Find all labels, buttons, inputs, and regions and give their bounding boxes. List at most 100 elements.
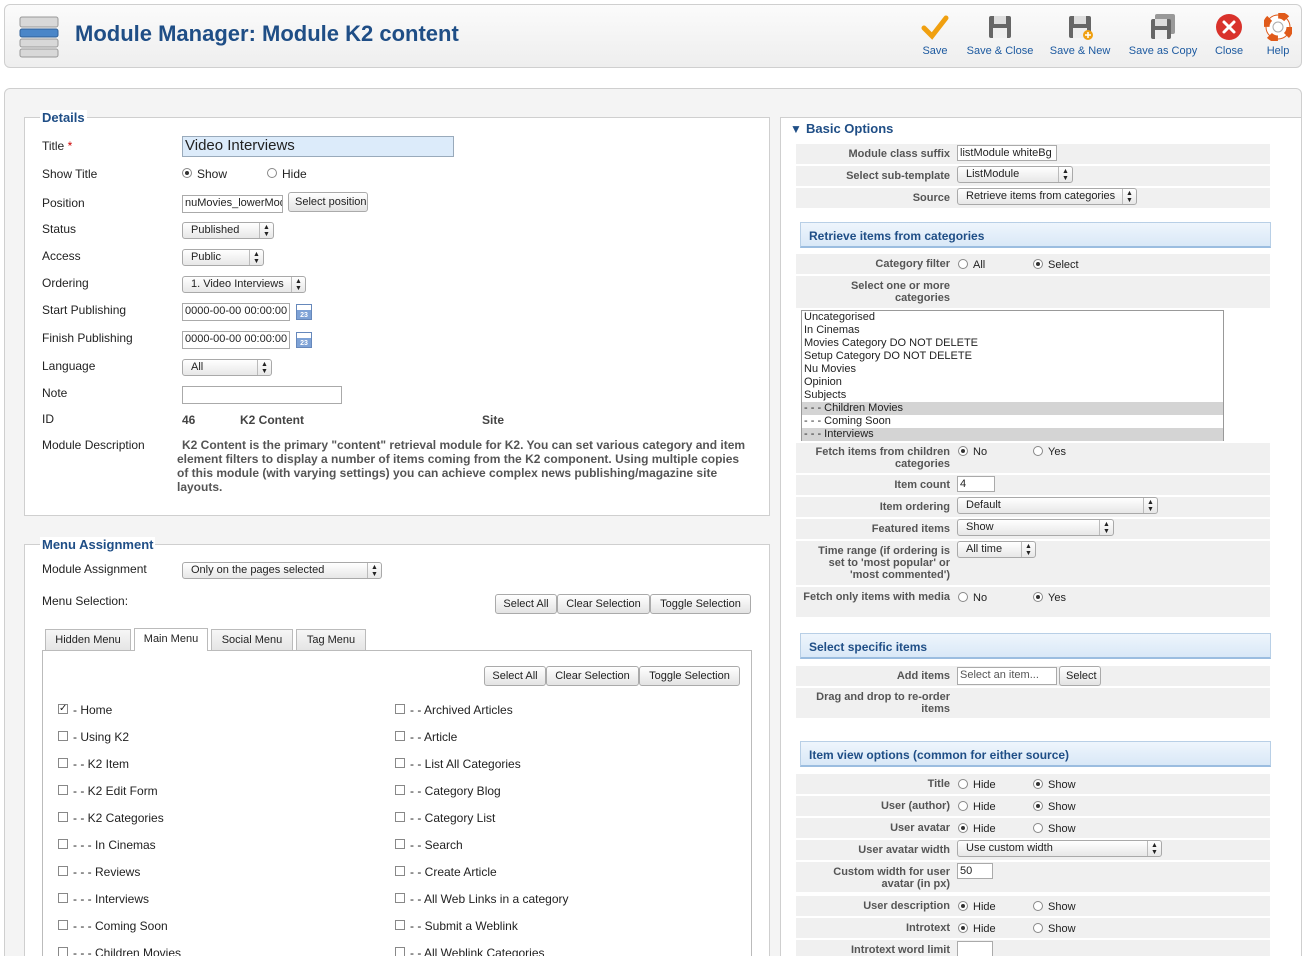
menu-item-checkbox[interactable]: ✓ (58, 704, 68, 714)
menu-item-checkbox[interactable] (58, 839, 68, 849)
title-input[interactable]: Video Interviews (182, 136, 454, 157)
add-items-input[interactable]: Select an item... (957, 667, 1057, 685)
save-new-button[interactable]: Save & New (1047, 13, 1113, 65)
category-option[interactable]: Opinion (802, 376, 1223, 389)
menu-item-checkbox[interactable] (395, 866, 405, 876)
category-option[interactable]: - - - Coming Soon (802, 415, 1223, 428)
user-avatar-show-radio[interactable] (1033, 823, 1043, 833)
tab-social-menu[interactable]: Social Menu (211, 629, 293, 651)
menu-item-checkbox[interactable] (58, 947, 68, 956)
fetch-media-yes-radio[interactable] (1033, 592, 1043, 602)
module-manager-icon (19, 16, 59, 58)
user-author-show-radio[interactable] (1033, 801, 1043, 811)
menu-item-label: - Home (73, 703, 113, 717)
show-title-show-radio[interactable] (182, 168, 192, 178)
menu-item-checkbox[interactable] (395, 920, 405, 930)
user-avatar-hide-radio[interactable] (958, 823, 968, 833)
collapse-triangle-icon[interactable]: ▼ (790, 122, 802, 136)
custom-width-input[interactable]: 50 (957, 863, 993, 879)
select-all-button[interactable]: Select All (495, 594, 557, 614)
menu-item-checkbox[interactable] (395, 785, 405, 795)
category-option[interactable]: Setup Category DO NOT DELETE (802, 350, 1223, 363)
position-input[interactable]: nuMovies_lowerModule (182, 195, 283, 213)
menu-item-checkbox[interactable] (395, 893, 405, 903)
menu-item-checkbox[interactable] (395, 947, 405, 956)
tab-main-menu[interactable]: Main Menu (134, 628, 208, 651)
category-option[interactable]: In Cinemas (802, 324, 1223, 337)
menu-item-checkbox[interactable] (395, 731, 405, 741)
title-show-radio[interactable] (1033, 779, 1043, 789)
introtext-hide-label: Hide (973, 923, 996, 935)
menu-item-checkbox[interactable] (58, 758, 68, 768)
toggle-selection-button[interactable]: Toggle Selection (650, 594, 751, 614)
fetch-children-no-radio[interactable] (958, 446, 968, 456)
menu-item-checkbox[interactable] (395, 758, 405, 768)
calendar-icon[interactable]: 23 (296, 332, 312, 348)
category-filter-select-radio[interactable] (1033, 259, 1043, 269)
item-ordering-select[interactable]: Default ▲ ▼ (957, 497, 1158, 514)
tab-select-all-button[interactable]: Select All (484, 666, 546, 686)
close-button[interactable]: Close (1211, 13, 1247, 65)
save-close-button[interactable]: Save & Close (963, 13, 1037, 65)
language-select[interactable]: All ▲ ▼ (182, 359, 272, 376)
tab-clear-selection-button[interactable]: Clear Selection (546, 666, 639, 686)
menu-item-checkbox[interactable] (58, 812, 68, 822)
category-option[interactable]: Movies Category DO NOT DELETE (802, 337, 1223, 350)
menu-item-checkbox[interactable] (58, 920, 68, 930)
status-select[interactable]: Published ▲ ▼ (182, 222, 274, 239)
help-button[interactable]: Help (1261, 13, 1295, 65)
save-as-copy-button[interactable]: Save as Copy (1125, 13, 1201, 65)
start-publishing-input[interactable]: 0000-00-00 00:00:00 (182, 303, 290, 321)
menu-item-checkbox[interactable] (395, 812, 405, 822)
source-select[interactable]: Retrieve items from categories ▲ ▼ (957, 188, 1137, 205)
item-count-input[interactable]: 4 (957, 476, 995, 492)
subtemplate-select[interactable]: ListModule ▲ ▼ (957, 166, 1073, 183)
tab-toggle-selection-button[interactable]: Toggle Selection (639, 666, 740, 686)
tab-tag-menu[interactable]: Tag Menu (296, 629, 366, 651)
show-title-hide-radio[interactable] (267, 168, 277, 178)
access-select[interactable]: Public ▲ ▼ (182, 249, 264, 266)
category-option[interactable]: Subjects (802, 389, 1223, 402)
select-arrows-icon: ▲ ▼ (259, 223, 273, 238)
select-arrows-icon: ▲ ▼ (1147, 841, 1161, 856)
calendar-icon[interactable]: 23 (296, 304, 312, 320)
title-hide-radio[interactable] (958, 779, 968, 789)
user-description-show-radio[interactable] (1033, 901, 1043, 911)
word-limit-input[interactable] (957, 941, 993, 956)
user-description-hide-radio[interactable] (958, 901, 968, 911)
clear-selection-button[interactable]: Clear Selection (557, 594, 650, 614)
introtext-show-radio[interactable] (1033, 923, 1043, 933)
menu-item-checkbox[interactable] (58, 893, 68, 903)
category-option[interactable]: Uncategorised (802, 311, 1223, 324)
checkmark-icon (921, 15, 949, 40)
module-assignment-select[interactable]: Only on the pages selected ▲ ▼ (182, 562, 382, 579)
featured-items-select[interactable]: Show ▲ ▼ (957, 519, 1114, 536)
add-items-select-button[interactable]: Select (1059, 666, 1101, 686)
fetch-media-no-radio[interactable] (958, 592, 968, 602)
tab-hidden-menu[interactable]: Hidden Menu (45, 629, 131, 651)
lifebuoy-icon (1264, 13, 1292, 41)
user-avatar-width-select[interactable]: Use custom width ▲ ▼ (957, 840, 1162, 857)
category-filter-all-radio[interactable] (958, 259, 968, 269)
menu-item-checkbox[interactable] (58, 731, 68, 741)
note-input[interactable] (182, 386, 342, 404)
finish-publishing-label: Finish Publishing (42, 331, 133, 345)
finish-publishing-input[interactable]: 0000-00-00 00:00:00 (182, 331, 290, 349)
select-position-button[interactable]: Select position (288, 192, 368, 212)
category-option[interactable]: - - - Children Movies (802, 402, 1223, 415)
menu-item-checkbox[interactable] (395, 704, 405, 714)
fetch-children-yes-radio[interactable] (1033, 446, 1043, 456)
menu-item-checkbox[interactable] (395, 839, 405, 849)
menu-item-checkbox[interactable] (58, 866, 68, 876)
category-option[interactable]: - - - Interviews (802, 428, 1223, 441)
save-button[interactable]: Save (915, 13, 955, 65)
ordering-select[interactable]: 1. Video Interviews ▲ ▼ (182, 276, 306, 293)
user-author-hide-radio[interactable] (958, 801, 968, 811)
title-hide-label: Hide (973, 779, 996, 791)
class-suffix-input[interactable]: listModule whiteBg (957, 145, 1057, 161)
category-option[interactable]: Nu Movies (802, 363, 1223, 376)
menu-item-checkbox[interactable] (58, 785, 68, 795)
introtext-hide-radio[interactable] (958, 923, 968, 933)
time-range-select[interactable]: All time ▲ ▼ (957, 541, 1036, 558)
categories-listbox[interactable]: Uncategorised In Cinemas Movies Category D… (801, 310, 1224, 441)
